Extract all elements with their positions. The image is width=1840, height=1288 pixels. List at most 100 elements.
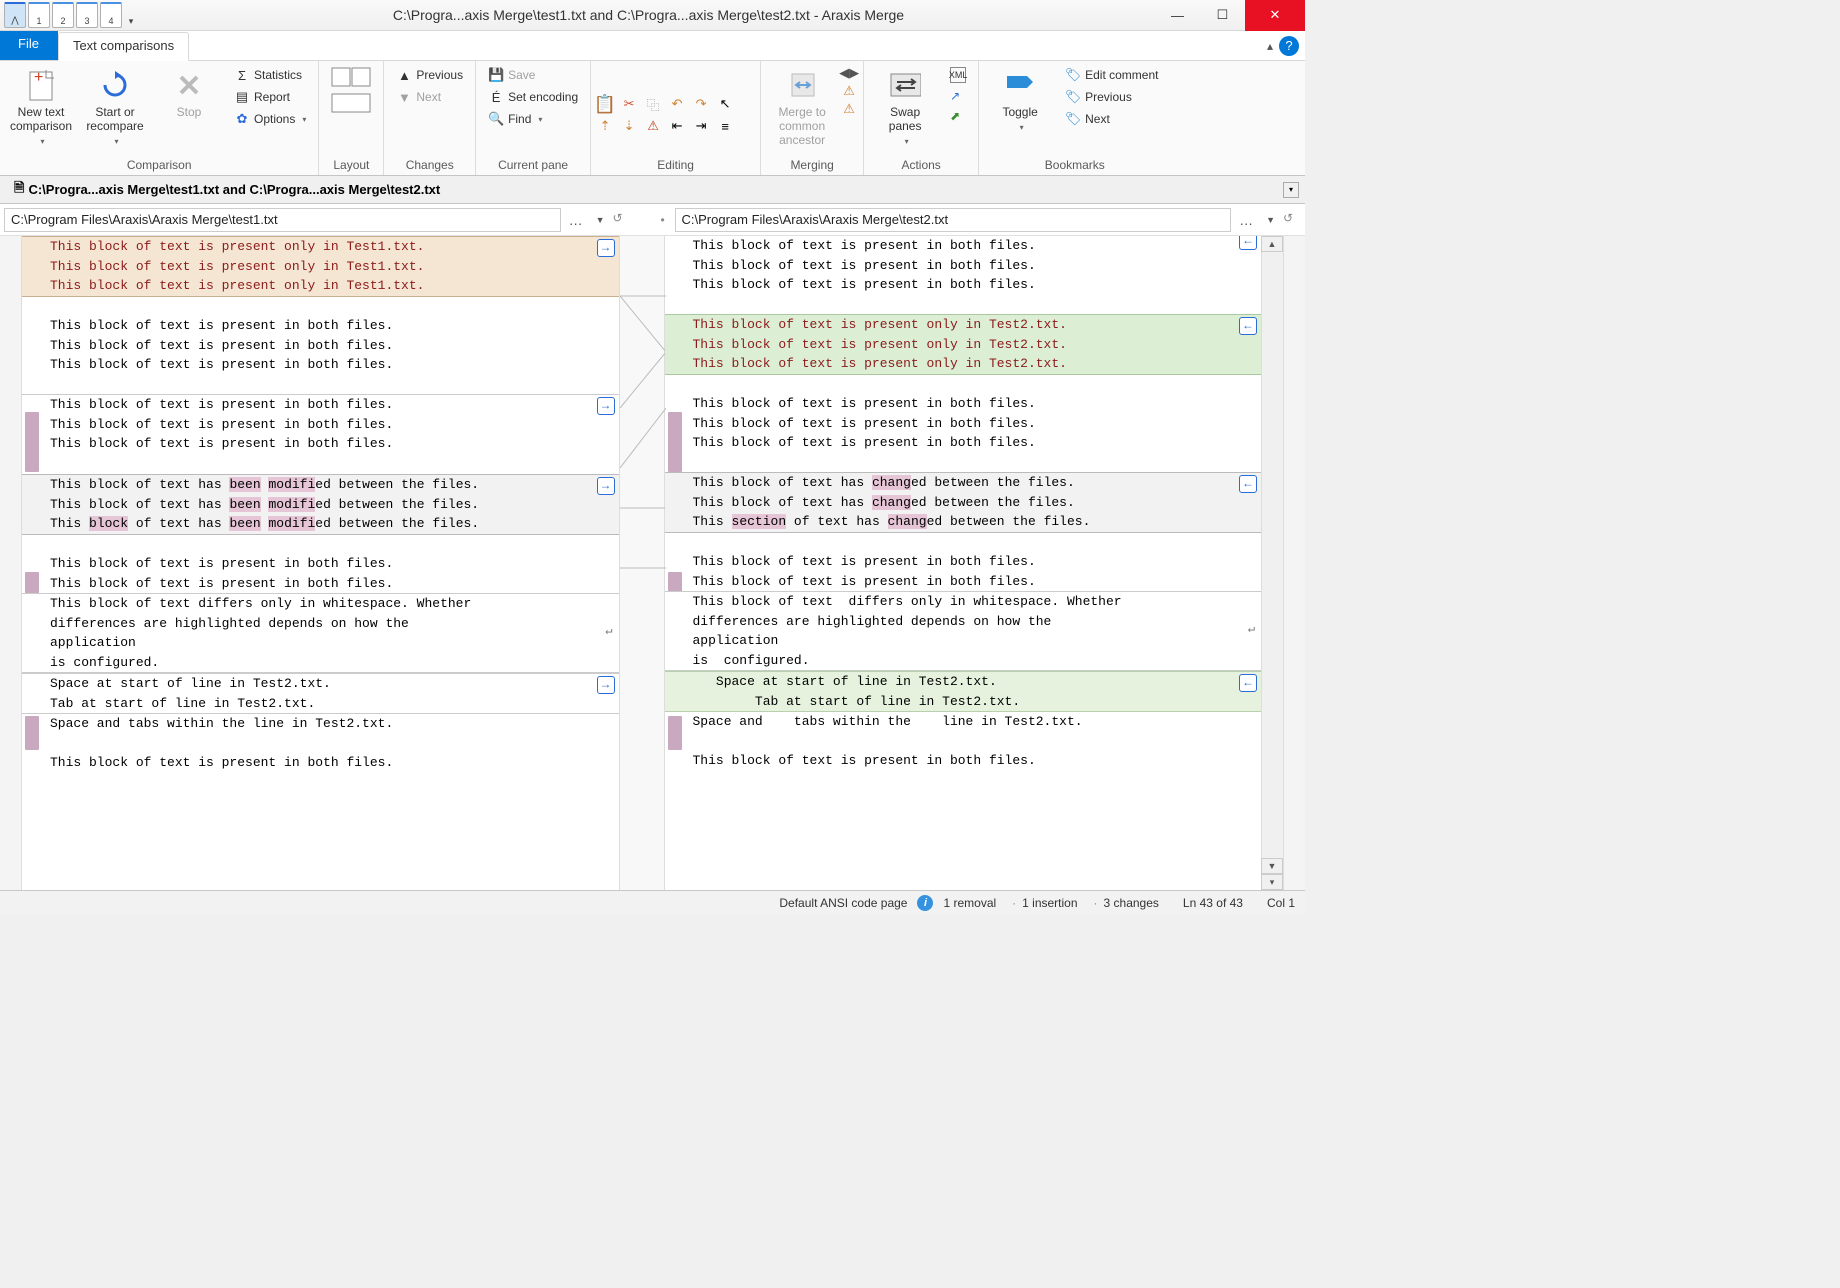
options-button[interactable]: ✿Options [228, 109, 312, 129]
code-line: Space and tabs within the line in Test2.… [22, 714, 619, 734]
copy-icon[interactable]: ⿻ [645, 96, 661, 112]
merge-up-icon[interactable]: ⇡ [597, 118, 613, 134]
bookmark-previous-button[interactable]: 🏷Previous [1059, 87, 1164, 107]
merge-mode1-icon[interactable]: ◀▶ [841, 65, 857, 81]
right-path-input[interactable] [675, 208, 1232, 232]
code-line [22, 535, 619, 555]
minimize-button[interactable]: — [1155, 0, 1200, 31]
qat-dropdown[interactable]: ▾ [124, 2, 138, 28]
ribbon-tab-strip: File Text comparisons ▴ ? [0, 31, 1305, 61]
swap-icon [889, 69, 921, 101]
code-line: This block of text has been modified bet… [22, 495, 619, 515]
ribbon: + New text comparison Start or recompare… [0, 61, 1305, 176]
ribbon-group-changes: ▲Previous ▼Next Changes [384, 61, 476, 175]
document-icon: 🗎 [14, 179, 24, 201]
tab-file[interactable]: File [0, 31, 58, 60]
info-icon[interactable]: i [917, 895, 933, 911]
code-line: application [22, 633, 619, 653]
sigma-icon: Σ [234, 67, 250, 83]
merge-warn-icon[interactable]: ⚠ [841, 83, 857, 99]
new-text-comparison-button[interactable]: + New text comparison [6, 65, 76, 150]
code-line: This block of text differs only in white… [22, 594, 619, 614]
statistics-button[interactable]: ΣStatistics [228, 65, 312, 85]
merge-down-icon[interactable]: ⇣ [621, 118, 637, 134]
action-export-icon[interactable]: ⬈ [944, 107, 972, 125]
conflict-icon[interactable]: ⚠ [645, 118, 661, 134]
find-button[interactable]: 🔍Find [482, 109, 584, 129]
swap-panes-button[interactable]: Swap panes [870, 65, 940, 150]
bookmark-next-button[interactable]: 🏷Next [1059, 109, 1164, 129]
code-line [665, 732, 1262, 752]
set-encoding-button[interactable]: ÉSet encoding [482, 87, 584, 107]
save-button[interactable]: 💾Save [482, 65, 584, 85]
code-line: This block of text is present in both fi… [665, 236, 1262, 256]
paste-icon[interactable]: 📋 [597, 96, 613, 112]
layout-2col-button[interactable] [325, 65, 377, 89]
right-path-browse[interactable]: … [1235, 212, 1258, 228]
code-line: This block of text is present in both fi… [22, 415, 619, 435]
qat-app-icon[interactable]: ⋀ [4, 2, 26, 28]
right-pane[interactable]: ← This block of text is present in both … [665, 236, 1262, 890]
left-path-browse[interactable]: … [565, 212, 588, 228]
right-path-history-icon[interactable]: ↺ [1283, 211, 1301, 229]
qat-item-1[interactable]: 1 [28, 2, 50, 28]
ribbon-group-actions: Swap panes XML ↗ ⬈ Actions [864, 61, 979, 175]
maximize-button[interactable]: ☐ [1200, 0, 1245, 31]
scroll-up-icon[interactable]: ▲ [1261, 236, 1283, 252]
code-line: application [665, 631, 1262, 651]
bookmark-toggle-button[interactable]: Toggle [985, 65, 1055, 136]
comparison-tab[interactable]: 🗎 C:\Progra...axis Merge\test1.txt and C… [6, 175, 448, 205]
indent-left-icon[interactable]: ⇤ [669, 118, 685, 134]
merge-warn2-icon[interactable]: ⚠ [841, 101, 857, 117]
tab-text-comparisons[interactable]: Text comparisons [58, 32, 189, 61]
right-scrollbar[interactable]: ▲ ▼ ▾ [1261, 236, 1283, 890]
code-line: Tab at start of line in Test2.txt. [22, 694, 619, 714]
next-change-button[interactable]: ▼Next [390, 87, 469, 107]
report-button[interactable]: ▤Report [228, 87, 312, 107]
left-path-input[interactable] [4, 208, 561, 232]
qat-item-2[interactable]: 2 [52, 2, 74, 28]
refresh-icon [99, 69, 131, 101]
left-pane[interactable]: → This block of text is present only in … [22, 236, 619, 890]
triangle-down-icon: ▼ [396, 89, 412, 105]
code-line [22, 297, 619, 317]
layout-1col-button[interactable] [325, 91, 377, 115]
left-path-dropdown[interactable]: ▼ [592, 215, 609, 225]
scroll-double-down-icon[interactable]: ▾ [1261, 874, 1283, 890]
code-line [665, 295, 1262, 315]
group-label-actions: Actions [870, 155, 972, 175]
left-path-history-icon[interactable]: ↺ [613, 211, 631, 229]
code-line: This block of text is present only in Te… [665, 354, 1262, 374]
xml-action-button[interactable]: XML [944, 65, 972, 85]
code-line: This block of text has been modified bet… [22, 475, 619, 495]
outdent-icon[interactable]: ⇥ [693, 118, 709, 134]
close-button[interactable]: ✕ [1245, 0, 1305, 31]
code-line: This block of text is present in both fi… [22, 336, 619, 356]
right-path-dropdown[interactable]: ▼ [1262, 215, 1279, 225]
action-right-icon[interactable]: ↗ [944, 87, 972, 105]
comparison-tab-dropdown[interactable]: ▾ [1283, 182, 1299, 198]
cut-icon[interactable]: ✂ [621, 96, 637, 112]
redo-icon[interactable]: ↷ [693, 96, 709, 112]
collapse-ribbon-icon[interactable]: ▴ [1267, 39, 1273, 53]
report-icon: ▤ [234, 89, 250, 105]
start-recompare-button[interactable]: Start or recompare [80, 65, 150, 150]
right-overview-gutter[interactable] [1283, 236, 1305, 890]
code-line: This block of text is present in both fi… [22, 316, 619, 336]
scroll-down-icon[interactable]: ▼ [1261, 858, 1283, 874]
qat-item-4[interactable]: 4 [100, 2, 122, 28]
code-line: Space and tabs within the line in Test2.… [665, 712, 1262, 732]
cursor-icon[interactable]: ↖ [717, 96, 733, 112]
quick-access-toolbar: ⋀ 1 2 3 4 ▾ [0, 2, 142, 28]
code-line: This block of text is present in both fi… [665, 394, 1262, 414]
code-line [22, 734, 619, 754]
qat-item-3[interactable]: 3 [76, 2, 98, 28]
undo-icon[interactable]: ↶ [669, 96, 685, 112]
dedent-icon[interactable]: ≡ [717, 118, 733, 134]
help-button[interactable]: ? [1279, 36, 1299, 56]
bookmark-edit-comment-button[interactable]: 🏷Edit comment [1059, 65, 1164, 85]
code-line: This block of text is present in both fi… [22, 574, 619, 594]
status-bar: Default ANSI code page i 1 removal 1 ins… [0, 890, 1305, 914]
previous-change-button[interactable]: ▲Previous [390, 65, 469, 85]
left-overview-gutter[interactable] [0, 236, 22, 890]
